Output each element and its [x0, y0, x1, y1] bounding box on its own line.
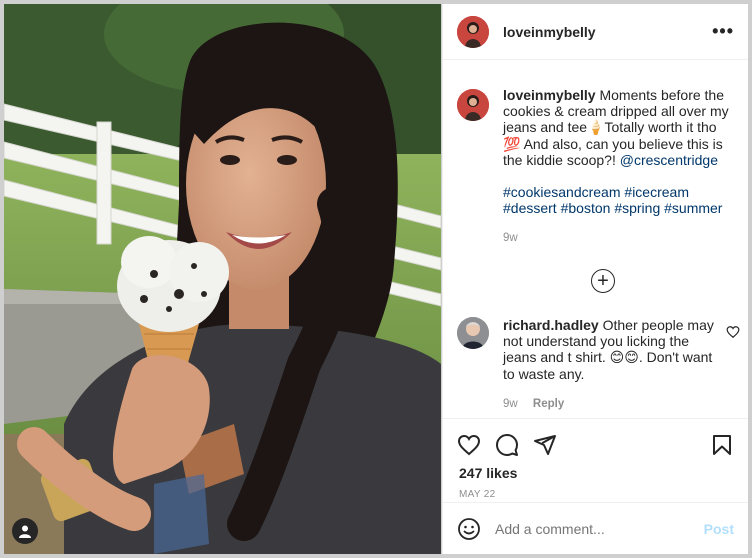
caption-age: 9w	[503, 232, 518, 245]
commenter-avatar[interactable]	[457, 317, 489, 349]
tagged-user-icon[interactable]	[12, 518, 38, 544]
hashtags: #cookiesandcream #icecream #dessert #bos…	[503, 184, 733, 216]
comment-item: richard.hadley Other people may not unde…	[457, 317, 740, 412]
caption-username[interactable]: loveinmybelly	[503, 87, 596, 103]
ice-cream-emoji: 🍦	[587, 119, 605, 136]
hashtag-link[interactable]: #icecream	[624, 184, 689, 200]
post-photo[interactable]	[4, 4, 441, 554]
caption-author-avatar[interactable]	[457, 89, 489, 121]
post-actions-area: 247 likes MAY 22	[443, 418, 748, 500]
comments-list[interactable]: loveinmybelly Moments before the cookies…	[443, 61, 748, 419]
likes-count[interactable]: 247 likes	[443, 461, 748, 481]
post-header: loveinmybelly •••	[443, 4, 748, 60]
smiley-icon[interactable]	[457, 517, 481, 541]
reply-button[interactable]: Reply	[533, 398, 564, 410]
caption-body: loveinmybelly Moments before the cookies…	[503, 87, 733, 247]
instagram-post-modal: loveinmybelly ••• loveinmybelly Moments	[0, 0, 752, 558]
action-bar	[443, 419, 748, 461]
post-caption: loveinmybelly Moments before the cookies…	[443, 61, 748, 247]
selfie-photo-illustration	[4, 4, 441, 554]
comment-input[interactable]	[495, 520, 704, 537]
hashtag-link[interactable]: #spring	[614, 200, 660, 216]
mention-link[interactable]: @crescentridge	[620, 152, 718, 168]
author-avatar[interactable]	[457, 15, 489, 48]
more-horizontal-icon[interactable]: •••	[712, 21, 734, 42]
paper-plane-icon[interactable]	[533, 433, 557, 457]
post-details-panel: loveinmybelly ••• loveinmybelly Moments	[442, 4, 748, 554]
hashtag-link[interactable]: #summer	[664, 200, 722, 216]
comment-age: 9w	[503, 397, 518, 410]
plus-circle-icon[interactable]: +	[591, 269, 615, 293]
hashtag-link[interactable]: #dessert	[503, 200, 557, 216]
hashtag-link[interactable]: #boston	[561, 200, 611, 216]
bookmark-icon[interactable]	[710, 433, 734, 457]
heart-icon[interactable]	[457, 433, 481, 457]
comment-meta: 9w Reply	[503, 396, 725, 412]
add-comment-bar: Post	[443, 502, 748, 554]
comment-body: richard.hadley Other people may not unde…	[503, 317, 725, 412]
author-username[interactable]: loveinmybelly	[503, 24, 596, 40]
commenter-username[interactable]: richard.hadley	[503, 317, 599, 333]
caption-text-2: Totally worth it tho	[604, 119, 717, 136]
hundred-emoji: 💯	[503, 135, 521, 152]
comment-heart-icon[interactable]	[726, 325, 740, 339]
hashtag-link[interactable]: #cookiesandcream	[503, 184, 621, 200]
comment-icon[interactable]	[495, 433, 519, 457]
post-button[interactable]: Post	[704, 521, 734, 537]
comment-emoji: 😊😊	[609, 349, 639, 366]
post-date[interactable]: MAY 22	[443, 481, 748, 500]
